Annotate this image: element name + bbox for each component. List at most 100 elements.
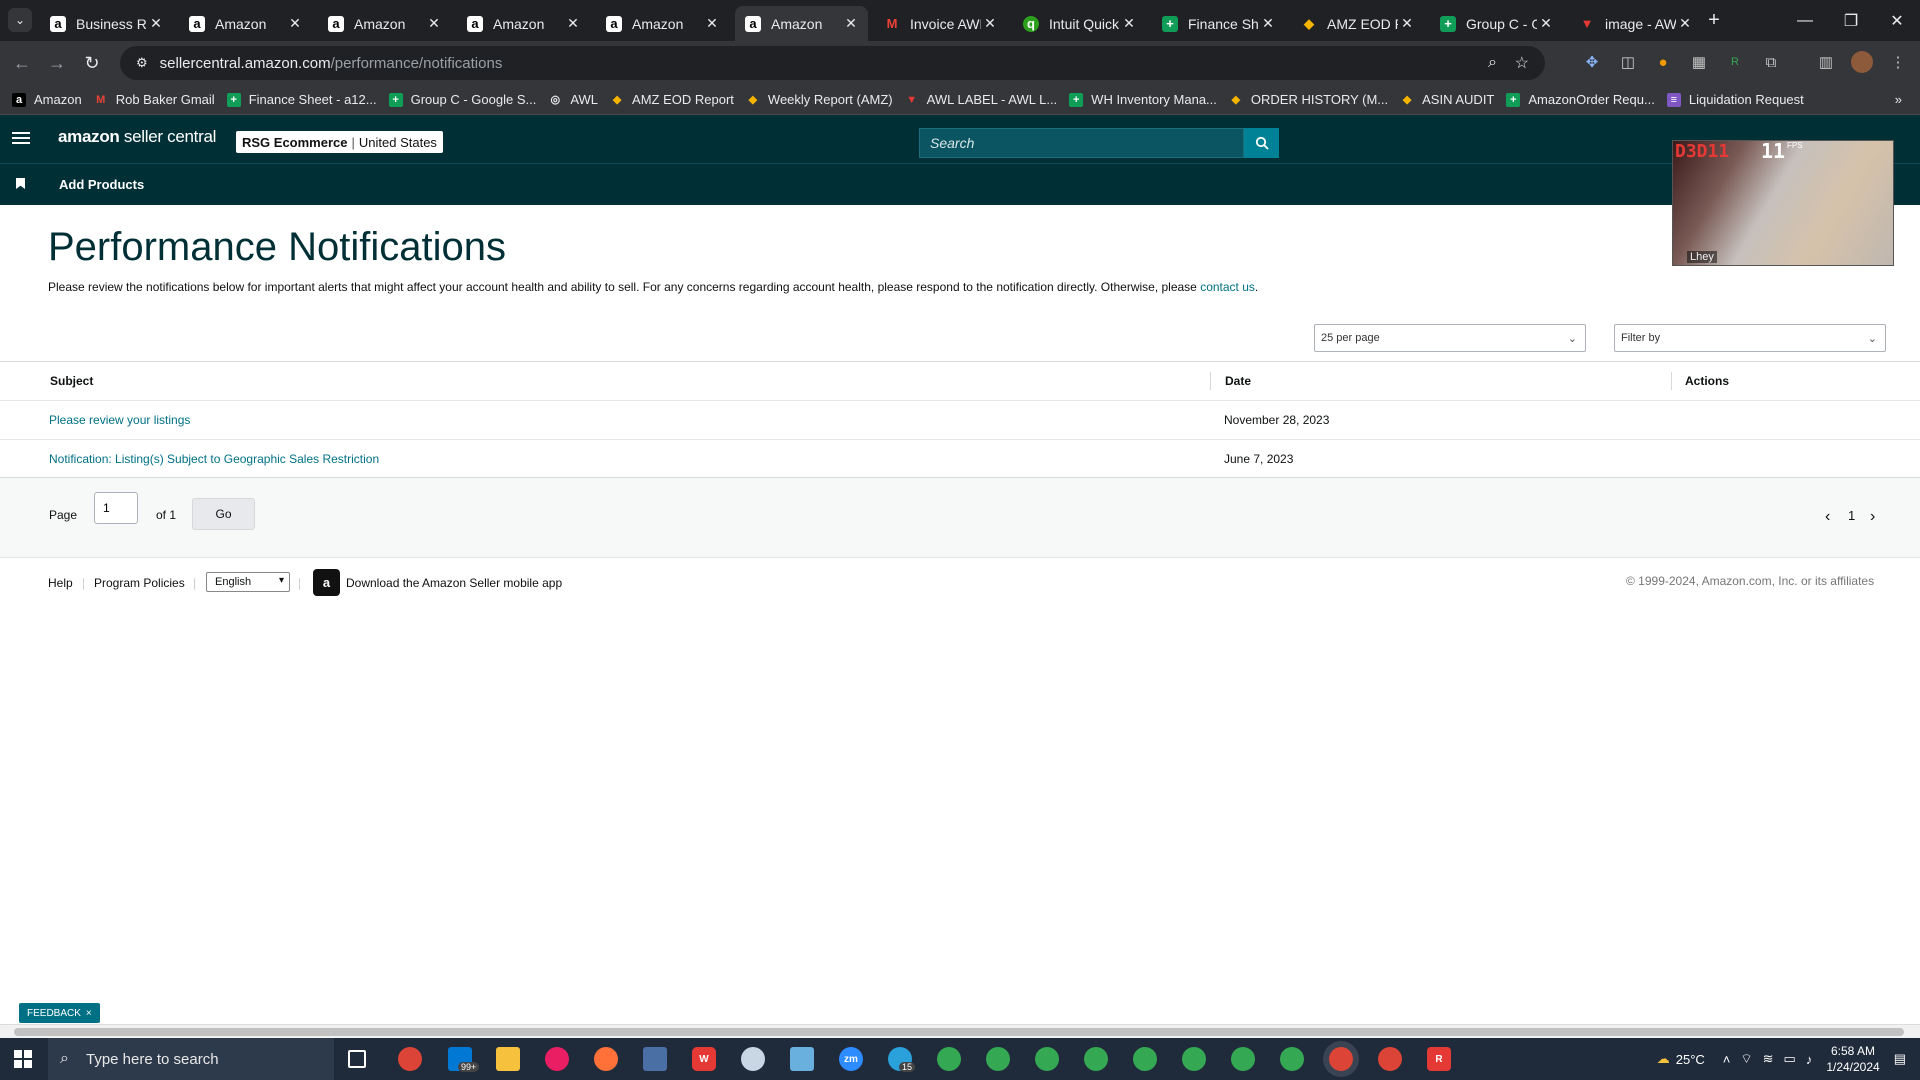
wifi-icon[interactable]: ≋ (1763, 1051, 1774, 1067)
close-tab-icon[interactable]: ✕ (425, 15, 443, 32)
r-app-icon[interactable]: R (1427, 1047, 1451, 1071)
chrome-icon[interactable] (1133, 1047, 1157, 1071)
back-icon[interactable]: ← (8, 49, 36, 77)
seller-central-logo[interactable]: amazon seller central (58, 127, 216, 147)
extensions-puzzle-icon[interactable]: ⧉ (1760, 51, 1782, 73)
wps-office-icon[interactable]: W (692, 1047, 716, 1071)
bookmark-item[interactable]: ◆ Weekly Report (AMZ) (746, 92, 893, 107)
address-bar[interactable]: ⚙ sellercentral.amazon.com/performance/n… (120, 46, 1545, 80)
browser-tab[interactable]: a Business Rep✕ (40, 6, 173, 41)
paint-icon[interactable] (741, 1047, 765, 1071)
browser-tab[interactable]: a Amazon ✕ (179, 6, 312, 41)
notification-subject-link[interactable]: Please review your listings (49, 413, 190, 427)
bookmark-item[interactable]: a Amazon (12, 92, 82, 107)
profile-avatar-icon[interactable] (1851, 51, 1873, 73)
extension-icon[interactable]: ✥ (1581, 51, 1603, 73)
firefox-icon[interactable] (594, 1047, 618, 1071)
close-tab-icon[interactable]: ✕ (1537, 15, 1555, 32)
next-page-icon[interactable]: › (1870, 508, 1875, 526)
bookmark-item[interactable]: + Finance Sheet - a12... (226, 92, 377, 107)
taskbar-search-input[interactable]: ⌕ Type here to search (48, 1038, 334, 1080)
bookmark-item[interactable]: + WH Inventory Mana... (1069, 92, 1217, 107)
go-button[interactable]: Go (192, 498, 255, 530)
more-bookmarks-icon[interactable]: » (1895, 92, 1902, 107)
close-tab-icon[interactable]: ✕ (842, 15, 860, 32)
chrome-icon[interactable] (1231, 1047, 1255, 1071)
store-selector[interactable]: RSG Ecommerce | United States (236, 131, 443, 153)
bookmark-item[interactable]: + AmazonOrder Requ... (1506, 92, 1655, 107)
restore-icon[interactable]: ❐ (1828, 0, 1874, 41)
close-icon[interactable]: × (86, 1008, 92, 1019)
zoom-icon[interactable]: ⌕ (1488, 54, 1497, 72)
reload-icon[interactable]: ↻ (78, 49, 106, 77)
clock[interactable]: 6:58 AM 1/24/2024 (1826, 1043, 1879, 1075)
browser-tab[interactable]: ▼ image - AWL✕ (1569, 6, 1702, 41)
new-tab-icon[interactable]: + (1703, 9, 1725, 31)
browser-tab[interactable]: q Intuit QuickB✕ (1013, 6, 1146, 41)
tab-search-icon[interactable]: ⌄ (8, 8, 32, 32)
scrollbar-thumb[interactable] (14, 1028, 1904, 1036)
chrome-icon[interactable] (1280, 1047, 1304, 1071)
browser-tab[interactable]: + Finance Shee✕ (1152, 6, 1285, 41)
bookmark-item[interactable]: ≡ Liquidation Request (1666, 92, 1804, 107)
footer-program-policies-link[interactable]: Program Policies (94, 576, 185, 590)
notepad-icon[interactable] (790, 1047, 814, 1071)
minimize-icon[interactable]: — (1782, 0, 1828, 41)
tray-chevron-icon[interactable]: ˄ (1723, 1052, 1731, 1067)
extension-r-icon[interactable]: R (1724, 51, 1746, 73)
side-panel-icon[interactable]: ▥ (1815, 51, 1837, 73)
search-button[interactable] (1244, 128, 1279, 158)
hamburger-menu-icon[interactable] (12, 129, 30, 149)
close-tab-icon[interactable]: ✕ (1398, 15, 1416, 32)
forward-icon[interactable]: → (43, 49, 71, 77)
browser-menu-icon[interactable]: ⋮ (1887, 51, 1909, 73)
volume-icon[interactable]: ♪ (1806, 1052, 1813, 1067)
chrome-icon[interactable] (1084, 1047, 1108, 1071)
close-tab-icon[interactable]: ✕ (1676, 15, 1694, 32)
feedback-button[interactable]: FEEDBACK × (19, 1003, 100, 1023)
chrome-icon[interactable] (1378, 1047, 1402, 1071)
close-tab-icon[interactable]: ✕ (981, 15, 999, 32)
weather-icon[interactable]: ☁ (1657, 1051, 1670, 1067)
browser-tab[interactable]: + Group C - Go✕ (1430, 6, 1563, 41)
language-select[interactable]: English ▾ (206, 572, 290, 592)
close-tab-icon[interactable]: ✕ (1120, 15, 1138, 32)
bookmark-item[interactable]: M Rob Baker Gmail (94, 92, 215, 107)
browser-tab[interactable]: a Amazon ✕ (457, 6, 590, 41)
close-window-icon[interactable]: ✕ (1874, 0, 1920, 41)
calculator-icon[interactable] (643, 1047, 667, 1071)
task-view-icon[interactable] (348, 1050, 366, 1068)
browser-tab[interactable]: ◆ AMZ EOD Re✕ (1291, 6, 1424, 41)
notification-subject-link[interactable]: Notification: Listing(s) Subject to Geog… (49, 452, 379, 466)
bookmark-item[interactable]: ▼ AWL LABEL - AWL L... (905, 92, 1057, 107)
current-page-number[interactable]: 1 (1848, 508, 1855, 523)
chrome-icon[interactable] (1329, 1047, 1353, 1071)
page-number-input[interactable] (94, 492, 138, 524)
browser-tab[interactable]: a Amazon ✕ (318, 6, 451, 41)
temperature[interactable]: 25°C (1676, 1052, 1705, 1067)
bookmark-item[interactable]: + Group C - Google S... (388, 92, 536, 107)
chrome-icon[interactable] (1035, 1047, 1059, 1071)
horizontal-scrollbar[interactable] (0, 1024, 1920, 1038)
contact-us-link[interactable]: contact us (1200, 280, 1255, 294)
windows-start-icon[interactable] (14, 1050, 32, 1068)
chrome-icon[interactable] (986, 1047, 1010, 1071)
chrome-icon[interactable] (937, 1047, 961, 1071)
bookmark-item[interactable]: ◆ AMZ EOD Report (610, 92, 734, 107)
bookmark-star-icon[interactable]: ☆ (1515, 53, 1529, 73)
chrome-icon[interactable] (1182, 1047, 1206, 1071)
seller-search-input[interactable]: Search (919, 128, 1244, 158)
notifications-icon[interactable]: ▤ (1894, 1051, 1906, 1067)
app-download-link[interactable]: Download the Amazon Seller mobile app (346, 576, 562, 590)
chrome-icon[interactable] (398, 1047, 422, 1071)
close-tab-icon[interactable]: ✕ (703, 15, 721, 32)
add-products-link[interactable]: Add Products (59, 177, 144, 192)
per-page-select[interactable]: 25 per page ⌄ (1314, 324, 1586, 352)
close-tab-icon[interactable]: ✕ (564, 15, 582, 32)
previous-page-icon[interactable]: ‹ (1825, 508, 1830, 526)
footer-help-link[interactable]: Help (48, 576, 73, 590)
zoom-app-icon[interactable]: zm (839, 1047, 863, 1071)
browser-tab[interactable]: a Amazon ✕ (735, 6, 868, 41)
bookmark-item[interactable]: ◆ ORDER HISTORY (M... (1229, 92, 1388, 107)
color-app-icon[interactable] (545, 1047, 569, 1071)
